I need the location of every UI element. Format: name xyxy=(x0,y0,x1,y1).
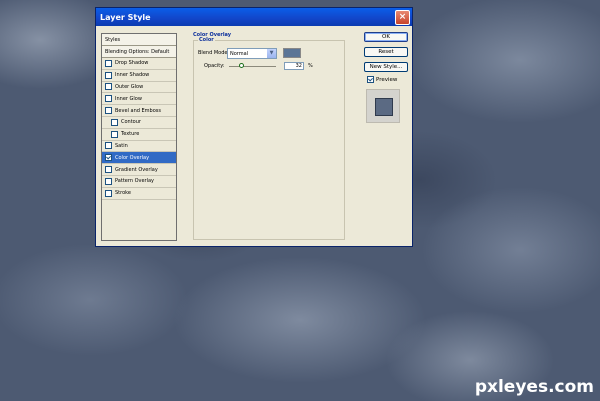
group-title: Color xyxy=(198,37,215,43)
watermark: pxleyes.com xyxy=(474,377,594,397)
title-bar[interactable]: Layer Style × xyxy=(96,8,412,26)
style-item-label: Satin xyxy=(115,142,128,149)
style-item-drop-shadow[interactable]: Drop Shadow xyxy=(102,58,176,70)
blend-mode-value: Normal xyxy=(230,51,249,57)
stroke-checkbox[interactable] xyxy=(105,189,112,197)
inner-glow-checkbox[interactable] xyxy=(105,95,112,103)
styles-header-label: Styles xyxy=(105,36,121,43)
ok-button[interactable]: OK xyxy=(364,32,408,42)
style-item-pattern-overlay[interactable]: Pattern Overlay xyxy=(102,176,176,188)
opacity-input[interactable]: 32 xyxy=(284,62,304,70)
inner-shadow-checkbox[interactable] xyxy=(105,71,112,79)
preview-swatch xyxy=(375,98,393,116)
style-item-label: Color Overlay xyxy=(115,154,150,161)
style-item-label: Bevel and Emboss xyxy=(115,107,161,114)
style-item-label: Texture xyxy=(121,131,140,138)
drop-shadow-checkbox[interactable] xyxy=(105,59,112,67)
style-item-inner-glow[interactable]: Inner Glow xyxy=(102,93,176,106)
style-item-stroke[interactable]: Stroke xyxy=(102,188,176,200)
style-item-label: Inner Glow xyxy=(115,95,142,102)
opacity-unit: % xyxy=(308,63,313,69)
style-item-contour[interactable]: Contour xyxy=(102,117,176,129)
style-item-label: Pattern Overlay xyxy=(115,178,155,185)
outer-glow-checkbox[interactable] xyxy=(105,83,112,91)
blending-options-item[interactable]: Blending Options: Default xyxy=(102,46,176,58)
color-group: Color Blend Mode: Normal ▼ Opacity: 32 % xyxy=(193,37,345,240)
dialog-title: Layer Style xyxy=(100,12,151,22)
styles-list: Styles Blending Options: Default Drop Sh… xyxy=(101,33,177,241)
layer-style-dialog: Layer Style × Styles Blending Options: D… xyxy=(95,7,413,247)
bevel-emboss-checkbox[interactable] xyxy=(105,107,112,115)
overlay-color-swatch[interactable] xyxy=(283,48,301,58)
reset-button[interactable]: Reset xyxy=(364,47,408,57)
color-overlay-panel: Color Overlay Color Blend Mode: Normal ▼… xyxy=(193,32,348,242)
style-preview-thumbnail xyxy=(366,89,400,123)
blending-options-label: Blending Options: Default xyxy=(105,48,170,55)
style-item-gradient-overlay[interactable]: Gradient Overlay xyxy=(102,164,176,176)
pattern-overlay-checkbox[interactable] xyxy=(105,177,112,185)
style-item-label: Outer Glow xyxy=(115,83,144,90)
style-item-bevel-emboss[interactable]: Bevel and Emboss xyxy=(102,105,176,117)
style-item-label: Inner Shadow xyxy=(115,72,150,79)
style-item-label: Drop Shadow xyxy=(115,60,149,67)
texture-checkbox[interactable] xyxy=(111,130,118,138)
preview-toggle[interactable]: Preview xyxy=(367,76,397,83)
gradient-overlay-checkbox[interactable] xyxy=(105,166,112,174)
opacity-slider-thumb[interactable] xyxy=(239,63,244,68)
blend-mode-label: Blend Mode: xyxy=(198,50,230,56)
style-item-color-overlay[interactable]: Color Overlay xyxy=(102,152,176,165)
style-item-outer-glow[interactable]: Outer Glow xyxy=(102,82,176,94)
chevron-down-icon[interactable]: ▼ xyxy=(267,49,276,58)
satin-checkbox[interactable] xyxy=(105,142,112,150)
color-overlay-checkbox[interactable] xyxy=(105,154,112,162)
new-style-button[interactable]: New Style... xyxy=(364,62,408,72)
preview-label: Preview xyxy=(376,76,398,83)
style-item-satin[interactable]: Satin xyxy=(102,141,176,153)
opacity-slider-track[interactable] xyxy=(229,66,276,67)
close-button[interactable]: × xyxy=(395,10,410,25)
style-item-label: Stroke xyxy=(115,190,131,197)
style-item-label: Contour xyxy=(121,119,141,126)
contour-checkbox[interactable] xyxy=(111,118,118,126)
opacity-label: Opacity: xyxy=(204,63,225,69)
styles-header[interactable]: Styles xyxy=(102,34,176,46)
blend-mode-select[interactable]: Normal ▼ xyxy=(227,48,277,59)
style-item-inner-shadow[interactable]: Inner Shadow xyxy=(102,70,176,82)
preview-checkbox[interactable] xyxy=(367,76,374,83)
style-item-label: Gradient Overlay xyxy=(115,166,158,173)
style-item-texture[interactable]: Texture xyxy=(102,129,176,141)
